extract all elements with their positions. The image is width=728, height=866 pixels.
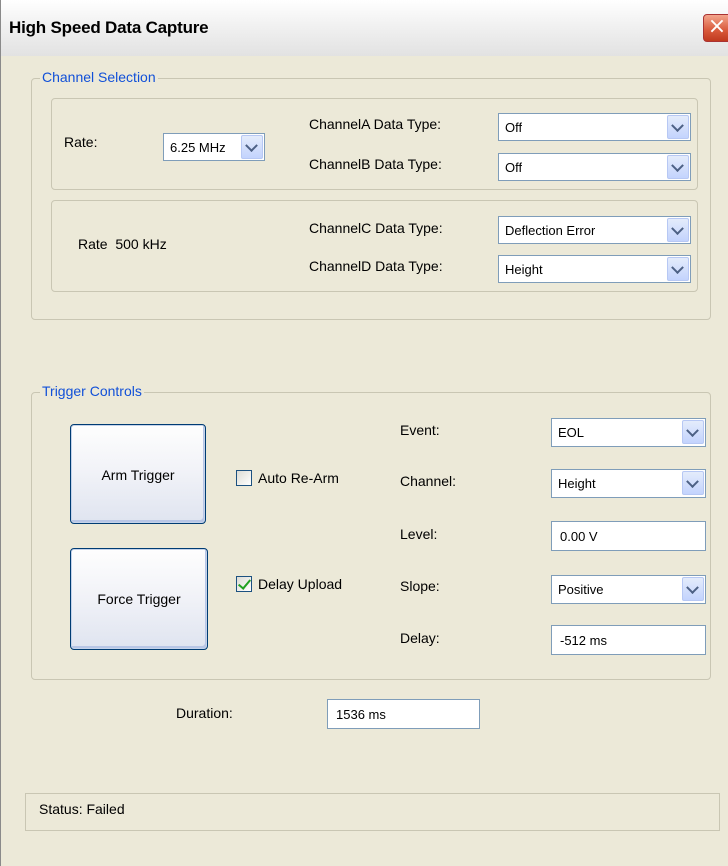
dialog-window: High Speed Data Capture × Channel Select… [0, 0, 728, 866]
channel-select-value: Height [558, 476, 596, 491]
auto-rearm-checkbox[interactable] [236, 470, 252, 486]
channel-label: Channel: [400, 473, 457, 489]
rate-fixed-label: Rate 500 kHz [78, 236, 167, 252]
channel-b-select[interactable]: Off [498, 153, 691, 181]
chevron-down-icon[interactable] [241, 135, 263, 159]
channel-a-select-value: Off [505, 120, 523, 135]
chevron-down-icon[interactable] [667, 218, 689, 242]
event-select[interactable]: EOL [551, 418, 706, 447]
channel-d-select[interactable]: Height [498, 255, 691, 283]
auto-rearm-label[interactable]: Auto Re-Arm [258, 470, 339, 486]
channel-a-select[interactable]: Off [498, 113, 691, 141]
delay-label: Delay: [400, 630, 440, 646]
level-field[interactable]: 0.00 V [551, 521, 706, 551]
event-label: Event: [400, 422, 440, 438]
channel-d-select-value: Height [505, 262, 543, 277]
close-icon[interactable]: × [703, 14, 728, 42]
channel-b-label: ChannelB Data Type: [309, 156, 442, 172]
duration-field[interactable]: 1536 ms [327, 699, 480, 729]
chevron-down-icon[interactable] [667, 115, 689, 139]
status-box: Status: Failed [25, 793, 720, 831]
window-title: High Speed Data Capture [9, 18, 209, 37]
duration-field-value: 1536 ms [336, 707, 386, 722]
rate-select-value: 6.25 MHz [170, 140, 226, 155]
slope-select-value: Positive [558, 582, 604, 597]
rate-label: Rate: [64, 134, 98, 150]
channel-d-label: ChannelD Data Type: [309, 258, 443, 274]
arm-trigger-button[interactable]: Arm Trigger [70, 424, 206, 524]
slope-select[interactable]: Positive [551, 575, 706, 604]
slope-label: Slope: [400, 578, 440, 594]
event-select-value: EOL [558, 425, 585, 440]
delay-upload-checkbox[interactable] [236, 576, 252, 592]
channel-c-label: ChannelC Data Type: [309, 220, 443, 236]
channel-selection-label: Channel Selection [40, 69, 158, 85]
arm-trigger-label: Arm Trigger [101, 467, 175, 483]
chevron-down-icon[interactable] [682, 420, 704, 444]
delay-field[interactable]: -512 ms [551, 625, 706, 655]
channel-c-select-value: Deflection Error [505, 223, 596, 238]
chevron-down-icon[interactable] [667, 257, 689, 281]
delay-field-value: -512 ms [560, 633, 607, 648]
duration-label: Duration: [176, 705, 233, 721]
chevron-down-icon[interactable] [667, 155, 689, 179]
level-label: Level: [400, 526, 438, 542]
chevron-down-icon[interactable] [682, 471, 704, 495]
force-trigger-label: Force Trigger [97, 591, 181, 607]
channel-a-label: ChannelA Data Type: [309, 116, 442, 132]
channel-select[interactable]: Height [551, 469, 706, 498]
level-field-value: 0.00 V [560, 529, 598, 544]
delay-upload-label[interactable]: Delay Upload [258, 576, 342, 592]
channel-b-select-value: Off [505, 160, 523, 175]
channel-c-select[interactable]: Deflection Error [498, 216, 691, 244]
check-icon [237, 576, 252, 590]
rate-select[interactable]: 6.25 MHz [163, 133, 265, 161]
status-text: Status: Failed [39, 801, 125, 817]
title-bar[interactable]: High Speed Data Capture × [1, 0, 728, 56]
force-trigger-button[interactable]: Force Trigger [70, 548, 208, 650]
trigger-controls-label: Trigger Controls [40, 383, 144, 399]
chevron-down-icon[interactable] [682, 577, 704, 601]
